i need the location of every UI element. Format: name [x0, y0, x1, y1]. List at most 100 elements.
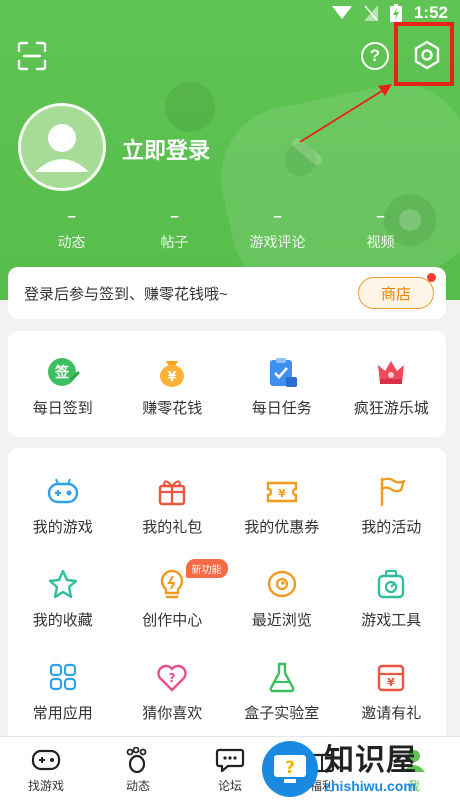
shop-button[interactable]: 商店: [358, 273, 436, 309]
heart-question-icon-glyph: ?: [169, 671, 176, 685]
stat-label: 帖子: [160, 234, 189, 250]
feature-label: 我的优惠券: [244, 519, 320, 536]
stat-posts[interactable]: – 帖子: [123, 208, 226, 252]
heart-question-icon: ?: [155, 660, 189, 694]
my-coupons-item[interactable]: ¥ 我的优惠券: [227, 474, 337, 537]
daily-task-item[interactable]: 每日任务: [227, 355, 337, 418]
annotation-arrow: [299, 84, 392, 143]
invite-gift-icon: ¥: [374, 660, 408, 694]
help-icon: ?: [361, 42, 389, 70]
new-feature-badge: 新功能: [185, 559, 228, 578]
quick-action-label: 疯狂游乐城: [353, 400, 429, 417]
creator-center-item[interactable]: 新功能 创作中心: [118, 559, 228, 630]
feature-label: 猜你喜欢: [142, 705, 203, 722]
feature-label: 我的收藏: [32, 612, 93, 629]
coupon-icon: ¥: [265, 474, 299, 508]
recent-browse-item[interactable]: 最近浏览: [227, 567, 337, 630]
watermark-cn: 知识屋: [324, 744, 417, 777]
crazy-playground-item[interactable]: 疯狂游乐城: [337, 355, 447, 418]
status-time: 1:52: [413, 3, 448, 22]
toolbox-icon: [374, 567, 408, 601]
feature-label: 我的游戏: [32, 519, 93, 536]
feature-label: 我的活动: [361, 519, 422, 536]
feature-label: 邀请有礼: [361, 705, 422, 722]
feature-label: 创作中心: [142, 612, 203, 629]
stat-label: 游戏评论: [249, 234, 306, 250]
common-apps-item[interactable]: 常用应用: [8, 660, 118, 723]
apps-grid-icon: [46, 660, 80, 694]
features-card: 我的游戏 我的礼包 ¥ 我的优惠券 我的活动 我的收藏 新功能 创作中心 最近浏…: [8, 448, 446, 736]
eye-icon: [265, 567, 299, 601]
watermark-question-mark: ?: [285, 758, 295, 778]
signin-banner[interactable]: 登录后参与签到、赚零花钱哦~ 商店: [8, 267, 446, 319]
my-gift-pack-item[interactable]: 我的礼包: [118, 474, 228, 537]
task-clipboard-icon: [265, 355, 299, 389]
money-bag-icon: ¥: [155, 355, 189, 389]
wifi-icon: [331, 6, 352, 19]
feature-label: 常用应用: [32, 705, 93, 722]
flask-icon: [265, 660, 299, 694]
quick-actions-card: 签 每日签到 ¥ 赚零花钱 每日任务 疯狂游乐城: [8, 331, 446, 437]
invite-reward-item[interactable]: ¥ 邀请有礼: [337, 660, 447, 723]
avatar[interactable]: [18, 103, 106, 191]
my-events-item[interactable]: 我的活动: [337, 474, 447, 537]
gamepad-icon: [46, 474, 80, 508]
my-favorites-item[interactable]: 我的收藏: [8, 567, 118, 630]
shop-label: 商店: [380, 285, 411, 303]
feature-label: 我的礼包: [142, 519, 203, 536]
guess-you-like-item[interactable]: ? 猜你喜欢: [118, 660, 228, 723]
nav-label: 找游戏: [27, 779, 64, 793]
invite-gift-icon-glyph: ¥: [387, 676, 395, 689]
stat-value: –: [170, 208, 179, 225]
watermark-logo: ? 知识屋 zhishiwu.com: [262, 738, 460, 800]
scan-icon: [17, 41, 47, 71]
stat-value: –: [273, 208, 282, 225]
flag-icon: [374, 474, 408, 508]
daily-checkin-item[interactable]: 签 每日签到: [8, 355, 118, 418]
stat-label: 视频: [366, 234, 395, 250]
nav-label: 动态: [125, 779, 150, 793]
stat-game-reviews[interactable]: – 游戏评论: [226, 208, 329, 252]
notification-dot: [427, 273, 436, 282]
checkin-icon-glyph: 签: [54, 364, 70, 381]
box-lab-item[interactable]: 盒子实验室: [227, 660, 337, 723]
ball-decoration: [165, 82, 215, 132]
profile-header: 1:52 ? 立即登录 – 动态 – 帖子 – 游戏评论 – 视频: [0, 0, 460, 300]
no-signal-icon: [363, 5, 378, 21]
stat-moments[interactable]: – 动态: [20, 208, 123, 252]
battery-charging-icon: [389, 4, 402, 22]
signin-prompt: 登录后参与签到、赚零花钱哦~: [24, 285, 228, 303]
gamepad-nav-icon: [31, 749, 61, 771]
gift-icon: [155, 474, 189, 508]
earn-money-item[interactable]: ¥ 赚零花钱: [118, 355, 228, 418]
nav-moments[interactable]: 动态: [92, 737, 184, 800]
profile-stats: – 动态 – 帖子 – 游戏评论 – 视频: [0, 208, 460, 252]
feature-label: 游戏工具: [361, 612, 422, 629]
stat-value: –: [376, 208, 385, 225]
nav-find-games[interactable]: 找游戏: [0, 737, 92, 800]
money-bag-icon-glyph: ¥: [168, 370, 177, 385]
scan-button[interactable]: [16, 40, 48, 72]
watermark-en: zhishiwu.com: [324, 778, 416, 794]
checkin-icon: 签: [46, 355, 80, 389]
stat-label: 动态: [57, 234, 86, 250]
watermark-monitor-icon: ?: [262, 741, 318, 797]
stat-value: –: [67, 208, 76, 225]
feature-label: 盒子实验室: [244, 705, 320, 722]
feature-label: 最近浏览: [251, 612, 312, 629]
lightbulb-icon: [155, 567, 189, 601]
settings-highlight-box: [394, 22, 454, 86]
help-button[interactable]: ?: [359, 40, 391, 72]
chat-bubble-icon: [215, 748, 245, 773]
default-avatar-icon: [35, 124, 89, 172]
game-tools-item[interactable]: 游戏工具: [337, 567, 447, 630]
quick-action-label: 赚零花钱: [142, 400, 203, 417]
footprint-icon: [126, 747, 147, 773]
svg-text:¥: ¥: [278, 487, 286, 500]
my-games-item[interactable]: 我的游戏: [8, 474, 118, 537]
login-link[interactable]: 立即登录: [122, 133, 210, 165]
stat-videos[interactable]: – 视频: [329, 208, 432, 252]
quick-action-label: 每日签到: [32, 400, 93, 417]
watermark-text: 知识屋 zhishiwu.com: [324, 744, 417, 794]
quick-action-label: 每日任务: [251, 400, 312, 417]
